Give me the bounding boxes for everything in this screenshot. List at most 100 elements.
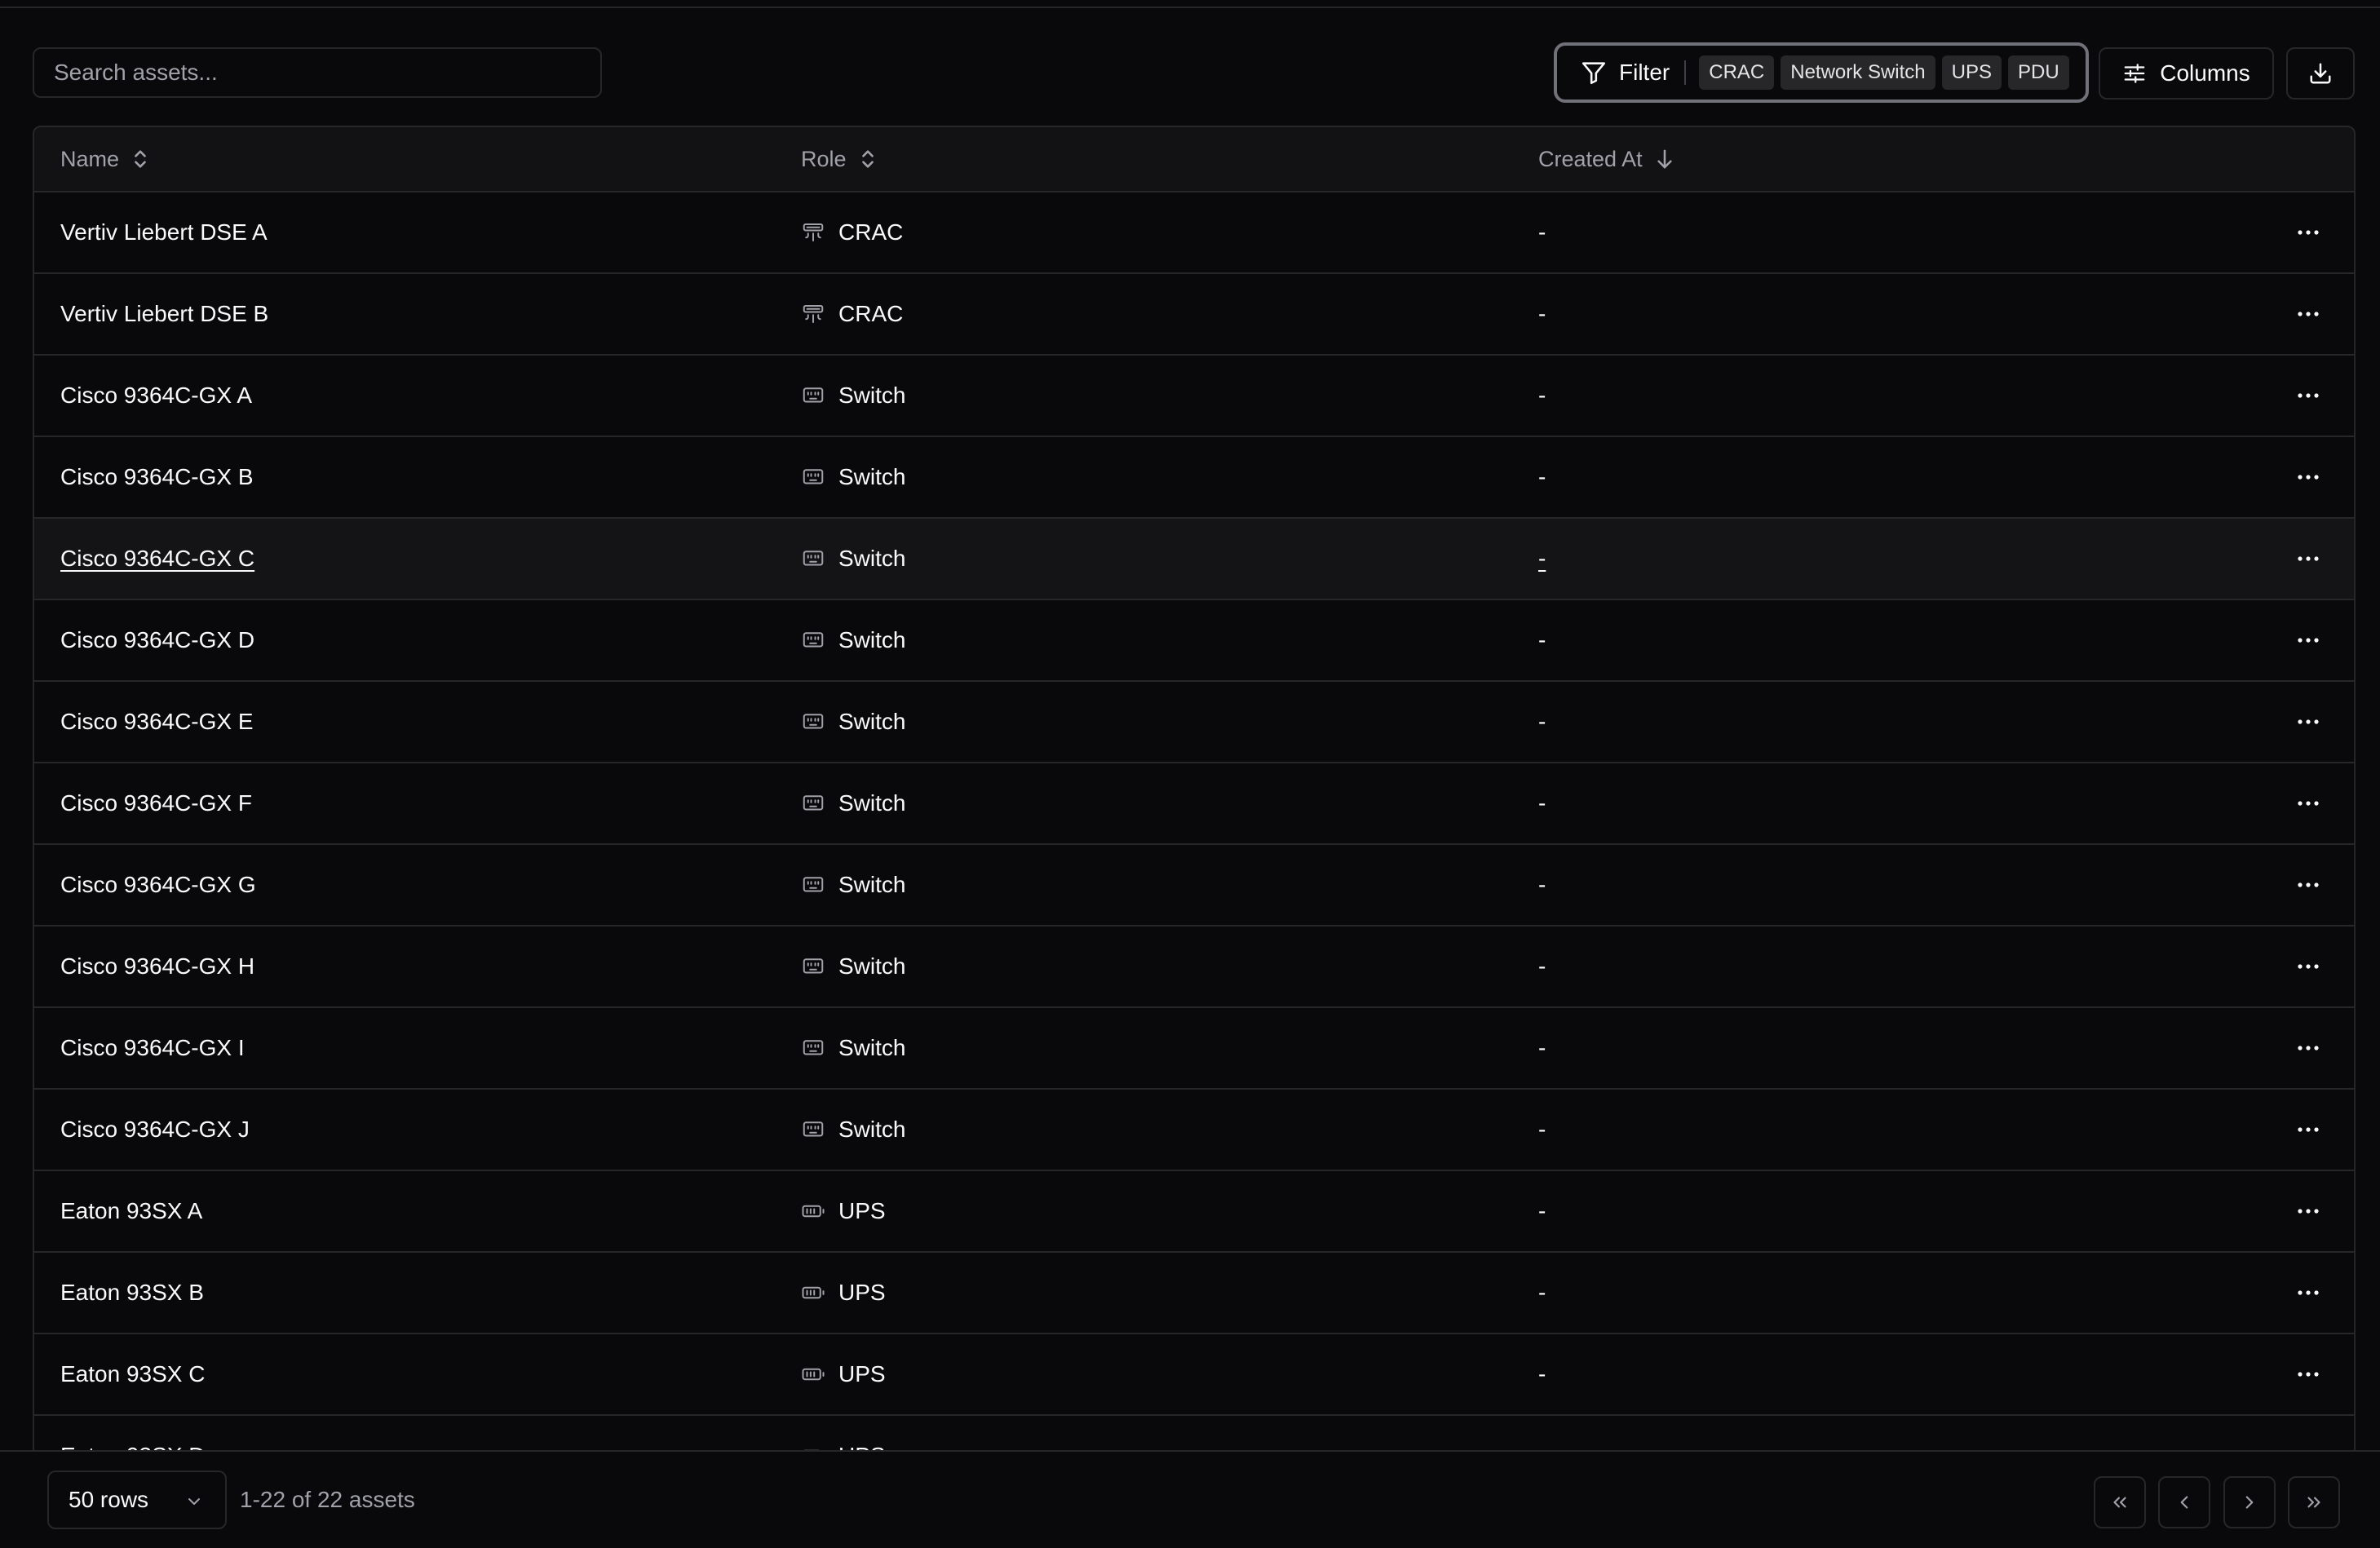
row-actions-button[interactable] (2292, 950, 2325, 983)
row-actions-button[interactable] (2292, 461, 2325, 493)
created-at-cell: - (1538, 953, 1546, 979)
role-label: Switch (838, 383, 906, 408)
asset-name-link[interactable]: Vertiv Liebert DSE A (60, 192, 268, 272)
role-label: Switch (838, 546, 906, 571)
row-actions-button[interactable] (2292, 869, 2325, 901)
last-page-button[interactable] (2288, 1476, 2340, 1528)
column-header-created-at[interactable]: Created At (1538, 127, 1674, 191)
table-row[interactable]: Cisco 9364C-GX A Switch - (34, 356, 2354, 437)
asset-name-link[interactable]: Cisco 9364C-GX D (60, 600, 254, 680)
asset-name-link[interactable]: Eaton 93SX B (60, 1253, 204, 1333)
row-actions-button[interactable] (2292, 787, 2325, 820)
filter-chip-pdu: PDU (2007, 55, 2069, 90)
more-horizontal-icon (2297, 1208, 2320, 1214)
asset-name-link[interactable]: Eaton 93SX C (60, 1334, 205, 1414)
rows-per-page-select[interactable]: 50 rows (47, 1471, 227, 1529)
table-row[interactable]: Cisco 9364C-GX B Switch - (34, 437, 2354, 519)
table-row[interactable]: Cisco 9364C-GX F Switch - (34, 763, 2354, 845)
table-row[interactable]: Cisco 9364C-GX C Switch - (34, 519, 2354, 600)
table-row[interactable]: Cisco 9364C-GX I Switch - (34, 1008, 2354, 1090)
created-at-cell: - (1538, 383, 1546, 408)
column-header-role[interactable]: Role (801, 127, 876, 191)
asset-name-link[interactable]: Cisco 9364C-GX B (60, 437, 254, 517)
search-input[interactable] (33, 47, 602, 98)
created-at-cell: - (1538, 546, 1546, 571)
sort-both-icon (132, 148, 148, 170)
filter-button[interactable]: Filter CRAC Network Switch UPS PDU (1554, 42, 2089, 103)
table-row[interactable]: Eaton 93SX C UPS - (34, 1334, 2354, 1416)
asset-name-link[interactable]: Cisco 9364C-GX F (60, 763, 252, 843)
switch-icon (801, 383, 825, 408)
more-horizontal-icon (2297, 311, 2320, 317)
role-label: Switch (838, 464, 906, 489)
download-button[interactable] (2286, 47, 2355, 100)
table-row[interactable]: Cisco 9364C-GX H Switch - (34, 927, 2354, 1008)
asset-name-link[interactable]: Cisco 9364C-GX C (60, 519, 254, 599)
asset-name-link[interactable]: Cisco 9364C-GX H (60, 927, 254, 1006)
asset-name-link[interactable]: Cisco 9364C-GX E (60, 682, 254, 762)
table-row[interactable]: Eaton 93SX B UPS - (34, 1253, 2354, 1334)
table-body: Vertiv Liebert DSE A CRAC - Vertiv Liebert … (34, 192, 2354, 1497)
row-actions-button[interactable] (2292, 1358, 2325, 1391)
more-horizontal-icon (2297, 800, 2320, 807)
column-header-name[interactable]: Name (60, 127, 148, 191)
pagination-count: 1-22 of 22 assets (240, 1487, 415, 1512)
role-label: Switch (838, 790, 906, 816)
role-cell: Switch (801, 519, 905, 599)
row-actions-button[interactable] (2292, 216, 2325, 249)
created-at-cell: - (1538, 1035, 1546, 1060)
switch-icon (801, 1117, 825, 1142)
created-at-cell: - (1538, 464, 1546, 489)
rows-per-page-value: 50 rows (69, 1487, 149, 1512)
asset-name-link[interactable]: Vertiv Liebert DSE B (60, 274, 268, 354)
asset-name-link[interactable]: Cisco 9364C-GX I (60, 1008, 245, 1088)
row-actions-button[interactable] (2292, 298, 2325, 330)
asset-name-link[interactable]: Cisco 9364C-GX A (60, 356, 252, 436)
row-actions-button[interactable] (2292, 1032, 2325, 1064)
role-cell: UPS (801, 1334, 886, 1414)
role-label: Switch (838, 627, 906, 652)
row-actions-button[interactable] (2292, 379, 2325, 412)
battery-icon (801, 1199, 825, 1223)
row-actions-button[interactable] (2292, 1113, 2325, 1146)
role-label: Switch (838, 709, 906, 734)
row-actions-button[interactable] (2292, 1276, 2325, 1309)
row-actions-button[interactable] (2292, 624, 2325, 657)
asset-name-link[interactable]: Cisco 9364C-GX J (60, 1090, 250, 1170)
chevrons-right-icon (2303, 1492, 2325, 1513)
role-cell: UPS (801, 1171, 886, 1251)
sliders-icon (2122, 61, 2147, 86)
next-page-button[interactable] (2223, 1476, 2276, 1528)
columns-button[interactable]: Columns (2099, 47, 2274, 100)
more-horizontal-icon (2297, 719, 2320, 725)
row-actions-button[interactable] (2292, 705, 2325, 738)
asset-name-link[interactable]: Eaton 93SX A (60, 1171, 202, 1251)
created-at-cell: - (1538, 790, 1546, 816)
row-actions-button[interactable] (2292, 1195, 2325, 1227)
table-header: Name Role Created At (34, 127, 2354, 192)
role-cell: Switch (801, 356, 905, 436)
switch-icon (801, 791, 825, 816)
created-at-cell: - (1538, 627, 1546, 652)
filter-chip-crac: CRAC (1699, 55, 1775, 90)
row-actions-button[interactable] (2292, 542, 2325, 575)
role-cell: CRAC (801, 192, 903, 272)
table-row[interactable]: Cisco 9364C-GX J Switch - (34, 1090, 2354, 1171)
switch-icon (801, 873, 825, 897)
previous-page-button[interactable] (2158, 1476, 2210, 1528)
role-label: CRAC (838, 301, 904, 326)
role-label: CRAC (838, 219, 904, 245)
table-row[interactable]: Cisco 9364C-GX D Switch - (34, 600, 2354, 682)
role-label: UPS (838, 1198, 886, 1223)
table-row[interactable]: Vertiv Liebert DSE A CRAC - (34, 192, 2354, 274)
battery-icon (801, 1362, 825, 1387)
table-row[interactable]: Vertiv Liebert DSE B CRAC - (34, 274, 2354, 356)
table-row[interactable]: Cisco 9364C-GX E Switch - (34, 682, 2354, 763)
asset-name-link[interactable]: Cisco 9364C-GX G (60, 845, 256, 925)
first-page-button[interactable] (2094, 1476, 2146, 1528)
table-row[interactable]: Eaton 93SX A UPS - (34, 1171, 2354, 1253)
table-row[interactable]: Cisco 9364C-GX G Switch - (34, 845, 2354, 927)
chevron-right-icon (2239, 1492, 2260, 1513)
filter-label: Filter (1619, 60, 1670, 85)
role-cell: Switch (801, 1008, 905, 1088)
